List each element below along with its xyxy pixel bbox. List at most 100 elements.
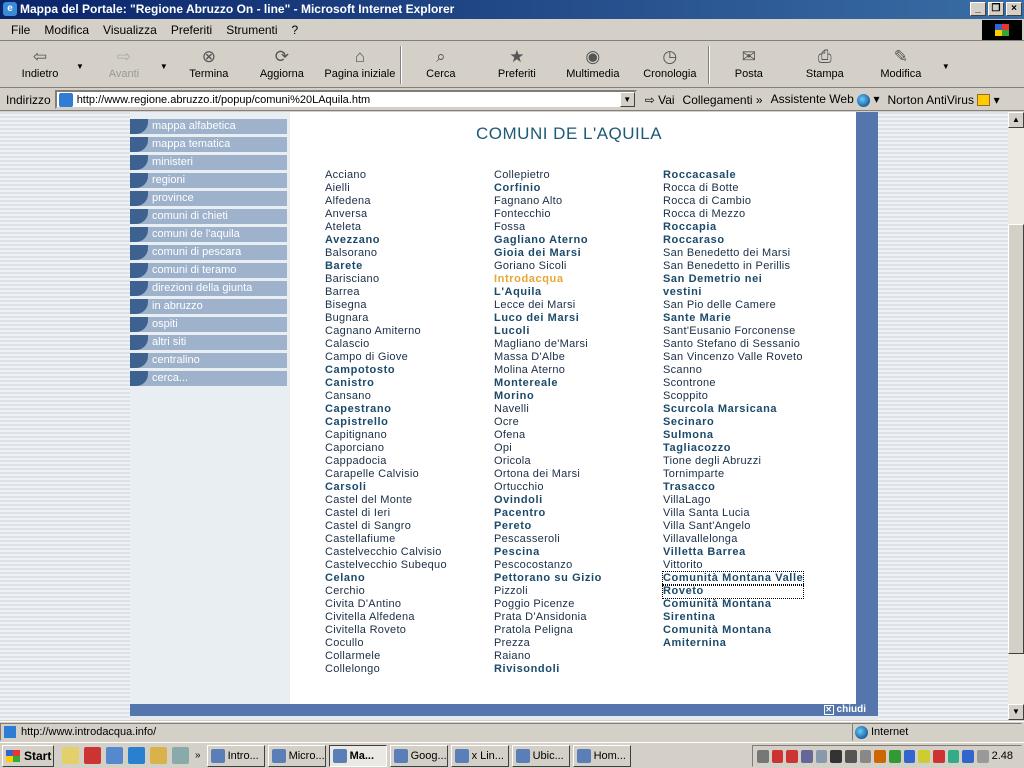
menu-favorites[interactable]: Preferiti bbox=[164, 23, 219, 37]
mail-button[interactable]: ✉ Posta bbox=[710, 42, 788, 88]
address-input[interactable]: http://www.regione.abruzzo.it/popup/comu… bbox=[54, 90, 637, 109]
print-button[interactable]: ⎙ Stampa bbox=[788, 42, 862, 88]
forward-button[interactable]: ⇨ Avanti bbox=[90, 42, 158, 88]
municipality-link[interactable]: Morino bbox=[494, 390, 602, 403]
municipality-link[interactable]: Pereto bbox=[494, 520, 602, 533]
municipality-link[interactable]: Lucoli bbox=[494, 325, 602, 338]
municipality-link[interactable]: Cappadocia bbox=[325, 455, 447, 468]
go-button[interactable]: ⇨ Vai bbox=[645, 93, 675, 107]
sidebar-item-comuni-di-teramo[interactable]: comuni di teramo bbox=[130, 263, 287, 278]
municipality-link[interactable]: Pescocostanzo bbox=[494, 559, 602, 572]
municipality-link[interactable]: Balsorano bbox=[325, 247, 447, 260]
municipality-link[interactable]: Ortucchio bbox=[494, 481, 602, 494]
tray-icon[interactable] bbox=[786, 749, 798, 763]
municipality-link[interactable]: Sulmona bbox=[663, 429, 803, 442]
municipality-link[interactable]: Santo Stefano di Sessanio bbox=[663, 338, 803, 351]
municipality-link[interactable]: Castelvecchio Calvisio bbox=[325, 546, 447, 559]
municipality-link[interactable]: Tornimparte bbox=[663, 468, 803, 481]
media-button[interactable]: ◉ Multimedia bbox=[554, 42, 632, 88]
municipality-link[interactable]: Cerchio bbox=[325, 585, 447, 598]
address-url[interactable]: http://www.regione.abruzzo.it/popup/comu… bbox=[77, 94, 620, 106]
municipality-link[interactable]: Alfedena bbox=[325, 195, 447, 208]
municipality-link[interactable]: Trasacco bbox=[663, 481, 803, 494]
quicklaunch-icon[interactable] bbox=[84, 747, 101, 764]
tray-icon[interactable] bbox=[962, 749, 974, 763]
municipality-link[interactable]: Introdacqua bbox=[494, 273, 602, 286]
speaker-icon[interactable] bbox=[976, 749, 989, 763]
municipality-link[interactable]: Villa Sant'Angelo bbox=[663, 520, 803, 533]
taskbar-button[interactable]: Hom... bbox=[572, 744, 631, 767]
taskbar-button[interactable]: Micro... bbox=[267, 744, 326, 767]
municipality-link[interactable]: Poggio Picenze bbox=[494, 598, 602, 611]
menu-file[interactable]: File bbox=[4, 23, 37, 37]
municipality-link[interactable]: Corfinio bbox=[494, 182, 602, 195]
municipality-link[interactable]: Avezzano bbox=[325, 234, 447, 247]
tray-icon[interactable] bbox=[771, 749, 784, 763]
sidebar-item-comuni-di-chieti[interactable]: comuni di chieti bbox=[130, 209, 287, 224]
municipality-link[interactable]: Castel di Ieri bbox=[325, 507, 447, 520]
municipality-link[interactable]: Civitella Roveto bbox=[325, 624, 447, 637]
municipality-link[interactable]: Calascio bbox=[325, 338, 447, 351]
municipality-link[interactable]: Gagliano Aterno bbox=[494, 234, 602, 247]
municipality-link[interactable]: Civitella Alfedena bbox=[325, 611, 447, 624]
municipality-link[interactable]: Castelvecchio Subequo bbox=[325, 559, 447, 572]
municipality-link[interactable]: Fossa bbox=[494, 221, 602, 234]
municipality-link[interactable]: Scontrone bbox=[663, 377, 803, 390]
tray-icon[interactable] bbox=[844, 749, 857, 763]
favorites-button[interactable]: ★ Preferiti bbox=[480, 42, 554, 88]
municipality-link[interactable]: Opi bbox=[494, 442, 602, 455]
tray-icon[interactable] bbox=[830, 749, 842, 763]
municipality-link[interactable]: Sirentina bbox=[663, 611, 803, 624]
municipality-link[interactable]: Comunità Montana Valle bbox=[661, 571, 805, 586]
municipality-link[interactable]: Pettorano su Gizio bbox=[494, 572, 602, 585]
back-button[interactable]: ⇦ Indietro bbox=[6, 42, 74, 88]
municipality-link[interactable]: Collelongo bbox=[325, 663, 447, 676]
tray-icon[interactable] bbox=[947, 749, 960, 763]
web-assistant-button[interactable]: Assistente Web ▾ bbox=[771, 92, 879, 107]
municipality-link[interactable]: Rivisondoli bbox=[494, 663, 602, 676]
municipality-link[interactable]: Roccaraso bbox=[663, 234, 803, 247]
municipality-link[interactable]: Villa Santa Lucia bbox=[663, 507, 803, 520]
tray-icon[interactable] bbox=[859, 749, 872, 763]
norton-button[interactable]: Norton AntiVirus ▾ bbox=[887, 93, 999, 107]
municipality-link[interactable]: Molina Aterno bbox=[494, 364, 602, 377]
tray-icon[interactable] bbox=[874, 749, 886, 763]
stop-button[interactable]: ⊗ Termina bbox=[174, 42, 244, 88]
search-button[interactable]: ⌕ Cerca bbox=[402, 42, 480, 88]
municipality-link[interactable]: Anversa bbox=[325, 208, 447, 221]
municipality-link[interactable]: VillaLago bbox=[663, 494, 803, 507]
start-button[interactable]: Start bbox=[2, 744, 54, 767]
municipality-link[interactable]: Cocullo bbox=[325, 637, 447, 650]
edit-dropdown-icon[interactable]: ▼ bbox=[942, 62, 950, 71]
municipality-link[interactable]: Magliano de'Marsi bbox=[494, 338, 602, 351]
quicklaunch-icon[interactable] bbox=[150, 747, 167, 764]
municipality-link[interactable]: Ocre bbox=[494, 416, 602, 429]
minimize-button[interactable]: _ bbox=[970, 2, 986, 16]
municipality-link[interactable]: Barete bbox=[325, 260, 447, 273]
municipality-link[interactable]: Pacentro bbox=[494, 507, 602, 520]
municipality-link[interactable]: Sante Marie bbox=[663, 312, 803, 325]
sidebar-item-comuni-di-pescara[interactable]: comuni di pescara bbox=[130, 245, 287, 260]
quicklaunch-more-icon[interactable]: » bbox=[195, 750, 201, 761]
close-button[interactable]: × bbox=[1006, 2, 1022, 16]
municipality-link[interactable]: Scurcola Marsicana bbox=[663, 403, 803, 416]
municipality-link[interactable]: Carapelle Calvisio bbox=[325, 468, 447, 481]
municipality-link[interactable]: Fagnano Alto bbox=[494, 195, 602, 208]
municipality-link[interactable]: Vittorito bbox=[663, 559, 803, 572]
taskbar-button[interactable]: Ubic... bbox=[511, 744, 570, 767]
back-dropdown-icon[interactable]: ▼ bbox=[76, 62, 84, 71]
municipality-link[interactable]: San Demetrio nei bbox=[663, 273, 803, 286]
sidebar-item-ospiti[interactable]: ospiti bbox=[130, 317, 287, 332]
tray-icon[interactable] bbox=[932, 749, 945, 763]
municipality-link[interactable]: Roccapia bbox=[663, 221, 803, 234]
tray-icon[interactable] bbox=[903, 749, 916, 763]
home-button[interactable]: ⌂ Pagina iniziale bbox=[320, 42, 400, 88]
sidebar-item-cerca[interactable]: cerca... bbox=[130, 371, 287, 386]
taskbar-button[interactable]: x Lin... bbox=[450, 744, 509, 767]
close-link[interactable]: ✕ chiudi bbox=[823, 704, 866, 716]
municipality-link[interactable]: Celano bbox=[325, 572, 447, 585]
municipality-link[interactable]: Ofena bbox=[494, 429, 602, 442]
municipality-link[interactable]: Ovindoli bbox=[494, 494, 602, 507]
taskbar-button[interactable]: Intro... bbox=[206, 744, 265, 767]
municipality-link[interactable]: Comunità Montana bbox=[663, 624, 803, 637]
